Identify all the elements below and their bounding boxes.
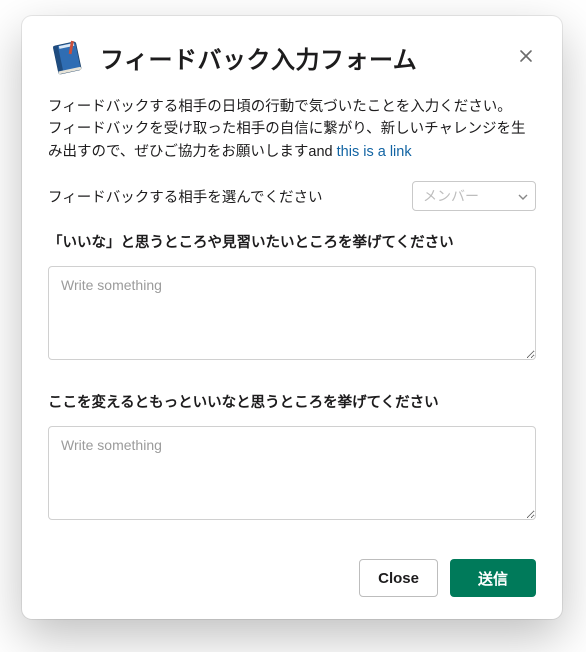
modal-title: フィードバック入力フォーム xyxy=(100,40,417,75)
member-select-row: フィードバックする相手を選んでください メンバー xyxy=(48,181,536,215)
modal-header: フィードバック入力フォーム xyxy=(48,38,536,76)
member-select-wrap: メンバー xyxy=(412,181,536,211)
section-2-label: ここを変えるともっといいなと思うところを挙げてください xyxy=(48,391,536,412)
intro-link[interactable]: this is a link xyxy=(337,144,412,160)
intro-text: フィードバックする相手の日頃の行動で気づいたことを入力ください。 フィードバック… xyxy=(48,96,536,163)
notebook-icon xyxy=(48,38,86,76)
submit-button[interactable]: 送信 xyxy=(450,559,536,597)
intro-line-1: フィードバックする相手の日頃の行動で気づいたことを入力ください。 xyxy=(48,99,512,115)
modal-footer: Close 送信 xyxy=(48,559,536,597)
positive-feedback-input[interactable] xyxy=(48,266,536,360)
member-select[interactable]: メンバー xyxy=(412,181,536,211)
intro-line-2: フィードバックを受け取った相手の自信に繋がり、新しいチャレンジを生み出すので、ぜ… xyxy=(48,121,525,159)
member-select-label: フィードバックする相手を選んでください xyxy=(48,186,322,207)
close-icon[interactable] xyxy=(514,44,538,68)
close-button[interactable]: Close xyxy=(359,559,438,597)
feedback-modal: フィードバック入力フォーム フィードバックする相手の日頃の行動で気づいたことを入… xyxy=(22,16,562,619)
section-1-label: 「いいな」と思うところや見習いたいところを挙げてください xyxy=(48,231,536,252)
improvement-feedback-input[interactable] xyxy=(48,426,536,520)
